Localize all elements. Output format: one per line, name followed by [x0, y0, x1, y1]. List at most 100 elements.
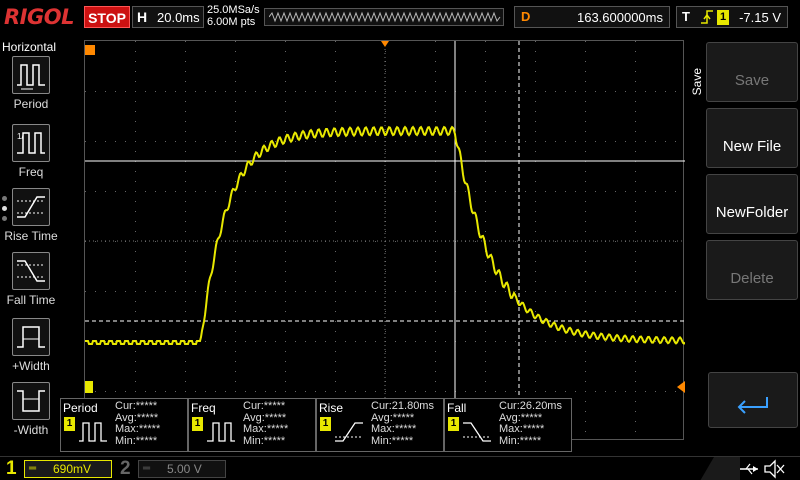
min-value: Min:*****: [243, 434, 286, 447]
save-button-label: Save: [734, 72, 770, 89]
return-button[interactable]: [708, 372, 798, 428]
period-icon: [12, 56, 50, 94]
trigger-level-marker: [677, 381, 685, 393]
dc-coupling-icon: ═: [29, 463, 37, 474]
measurement-rise-panel[interactable]: Rise 1 Cur:21.80ms Avg:***** Max:***** M…: [316, 398, 444, 452]
frequency-icon: [207, 422, 235, 442]
trigger-letter: T: [682, 9, 690, 24]
measurement-name: Period: [63, 401, 98, 415]
waveform-display[interactable]: [84, 40, 686, 442]
fall-time-label: Fall Time: [6, 293, 56, 307]
channel-badge: 1: [320, 417, 331, 431]
measurement-name: Fall: [447, 401, 467, 415]
timebase-box[interactable]: H 20.0ms: [132, 6, 204, 28]
fall-time-icon: [12, 252, 50, 290]
measure-rise-time-button[interactable]: Rise Time: [0, 188, 62, 252]
channel-badge: 1: [192, 417, 203, 431]
channel-1-ground-marker: [85, 381, 93, 393]
channel-1-scale-box[interactable]: ═ 690mV: [24, 460, 112, 478]
horizontal-measure-menu: Horizontal Period 1/ Freq Rise Time Fall…: [0, 36, 62, 456]
rise-time-icon: [12, 188, 50, 226]
rise-time-icon: [335, 422, 363, 442]
measurement-period-panel[interactable]: Period 1 Cur:***** Avg:***** Max:***** M…: [60, 398, 188, 452]
positive-width-label: +Width: [12, 359, 50, 373]
max-value: Max:*****: [499, 423, 545, 435]
menu-title: Horizontal: [2, 40, 57, 54]
return-arrow-icon: [737, 397, 768, 414]
trigger-edge-icon: [701, 10, 713, 24]
save-button[interactable]: Save: [706, 42, 798, 102]
channel-badge: 1: [64, 417, 75, 431]
measurement-name: Freq: [191, 401, 216, 415]
new-file-button[interactable]: New File: [706, 108, 798, 168]
channel-badge: 1: [448, 417, 459, 431]
channel-2-number[interactable]: 2: [120, 458, 131, 480]
delete-label: Delete: [730, 270, 774, 287]
measurement-name: Rise: [319, 401, 344, 415]
top-status-bar: RIGOL STOP H 20.0ms 25.0MSa/s 6.00M pts …: [0, 0, 800, 36]
new-folder-button[interactable]: NewFolder: [706, 174, 798, 234]
measurement-values: Cur:26.20ms Avg:***** Max:***** Min:****…: [499, 400, 562, 447]
trigger-level: -7.15 V: [739, 10, 781, 25]
negative-width-label: -Width: [13, 423, 49, 437]
current-value: Cur:*****: [115, 400, 158, 412]
acquisition-info: 25.0MSa/s 6.00M pts: [207, 4, 260, 28]
max-value: Max:*****: [115, 423, 161, 435]
trigger-position-marker-left: [85, 45, 95, 55]
frequency-icon: 1/: [12, 124, 50, 162]
min-value: Min:*****: [115, 434, 158, 447]
delay-box[interactable]: D 163.600000ms: [514, 6, 670, 28]
delay-letter: D: [521, 9, 531, 24]
measure-fall-time-button[interactable]: Fall Time: [0, 252, 62, 316]
sample-rate: 25.0MSa/s: [207, 4, 260, 16]
trigger-box[interactable]: T 1 -7.15 V: [676, 6, 788, 28]
svg-text:1/: 1/: [17, 132, 24, 141]
period-label: Period: [13, 97, 49, 111]
rigol-logo: RIGOL: [4, 5, 74, 29]
max-value: Max:*****: [371, 423, 417, 435]
channel-1-scale: 690mV: [53, 462, 92, 476]
speaker-mute-icon: [764, 459, 785, 479]
channel-2-scale: 5.00 V: [167, 462, 202, 476]
memory-overview-strip: [264, 8, 504, 26]
max-value: Max:*****: [243, 423, 289, 435]
measure-period-button[interactable]: Period: [0, 56, 62, 120]
current-value: Cur:*****: [243, 400, 286, 412]
timebase-value: 20.0ms: [157, 10, 200, 25]
measurement-freq-panel[interactable]: Freq 1 Cur:***** Avg:***** Max:***** Min…: [188, 398, 316, 452]
horizontal-letter: H: [137, 9, 148, 25]
usb-icon: [740, 463, 758, 475]
new-folder-label: NewFolder: [715, 204, 789, 221]
fall-time-icon: [463, 422, 491, 442]
current-value: Cur:26.20ms: [499, 400, 562, 412]
channel-2-scale-box[interactable]: ═ 5.00 V: [138, 460, 226, 478]
measurement-values: Cur:***** Avg:***** Max:***** Min:*****: [115, 400, 161, 447]
trigger-source-badge: 1: [717, 10, 729, 25]
measurement-values: Cur:***** Avg:***** Max:***** Min:*****: [243, 400, 289, 447]
memory-depth: 6.00M pts: [207, 16, 256, 28]
min-value: Min:*****: [499, 434, 542, 447]
current-value: Cur:21.80ms: [371, 400, 434, 412]
bottom-tab-decoration: [700, 457, 740, 480]
channel-status-bar: 1 ═ 690mV 2 ═ 5.00 V: [0, 456, 800, 480]
measure-positive-width-button[interactable]: +Width: [0, 318, 62, 382]
memory-waveform-icon: [269, 11, 501, 23]
scope-canvas: [85, 41, 686, 442]
dc-coupling-icon: ═: [143, 463, 151, 474]
save-menu-title: Save: [690, 68, 704, 96]
min-value: Min:*****: [371, 434, 414, 447]
freq-label: Freq: [18, 165, 44, 179]
channel-1-number[interactable]: 1: [6, 458, 17, 480]
measure-freq-button[interactable]: 1/ Freq: [0, 124, 62, 188]
new-file-label: New File: [722, 138, 782, 155]
measure-negative-width-button[interactable]: -Width: [0, 382, 62, 446]
delete-button[interactable]: Delete: [706, 240, 798, 300]
period-icon: [79, 422, 107, 442]
run-stop-status[interactable]: STOP: [84, 6, 130, 28]
positive-width-icon: [12, 318, 50, 356]
trigger-position-marker-top: [381, 41, 389, 47]
measurement-fall-panel[interactable]: Fall 1 Cur:26.20ms Avg:***** Max:***** M…: [444, 398, 572, 452]
measurement-values: Cur:21.80ms Avg:***** Max:***** Min:****…: [371, 400, 434, 447]
rise-time-label: Rise Time: [4, 229, 58, 243]
negative-width-icon: [12, 382, 50, 420]
